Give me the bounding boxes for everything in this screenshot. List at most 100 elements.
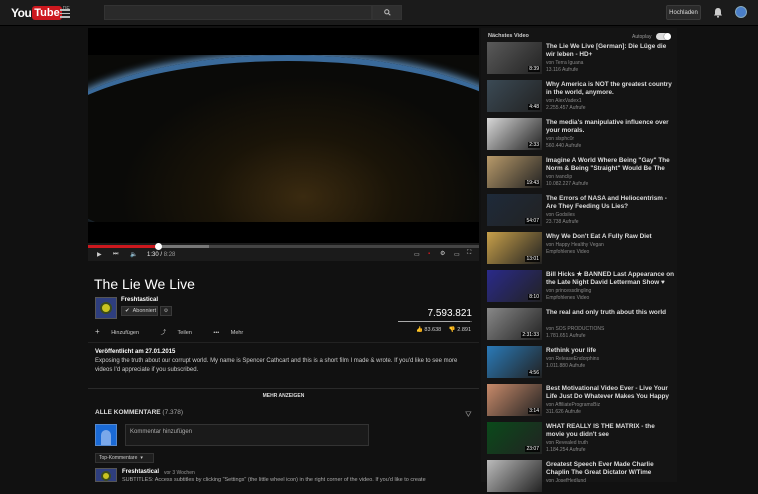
comment-text: SUBTITLES: Access subtitles by clicking … (122, 477, 426, 483)
related-video-title[interactable]: The Lie We Live [German]: Die Lüge die w… (546, 43, 674, 59)
video-thumbnail[interactable] (487, 460, 542, 492)
related-video-channel[interactable]: von Happy Healthy Vegan (546, 242, 604, 249)
related-video[interactable]: 23:07 WHAT REALLY IS THE MATRIX - the mov… (487, 422, 675, 456)
related-video-channel[interactable]: von AlexVadex1 (546, 98, 582, 105)
related-video-views: 10.082.227 Aufrufe (546, 181, 589, 187)
related-video[interactable]: 54:07 The Errors of NASA and Heliocentris… (487, 194, 675, 228)
add-to-label: Hinzufügen (111, 330, 140, 336)
account-avatar[interactable] (735, 6, 747, 18)
settings-gear-icon[interactable]: ⚙ (440, 250, 445, 257)
related-video[interactable]: 8:10 Bill Hicks ★ BANNED Last Appearance … (487, 270, 675, 304)
video-thumbnail[interactable]: 8:10 (487, 270, 542, 302)
subscription-settings-icon[interactable]: ⚙ (160, 306, 172, 316)
related-video-title[interactable]: WHAT REALLY IS THE MATRIX - the movie yo… (546, 423, 674, 439)
share-button[interactable]: ⤴ Teilen (161, 330, 202, 336)
related-video[interactable]: 2:31:33 The real and only truth about thi… (487, 308, 675, 342)
video-thumbnail[interactable]: 13:01 (487, 232, 542, 264)
related-video-title[interactable]: Best Motivational Video Ever - Live Your… (546, 385, 674, 401)
related-video-title[interactable]: Bill Hicks ★ BANNED Last Appearance on t… (546, 271, 674, 287)
related-video-views: Empfohlenes Video (546, 249, 590, 255)
video-thumbnail[interactable]: 4:56 (487, 346, 542, 378)
more-button[interactable]: ••• Mehr (213, 330, 253, 336)
related-video-channel[interactable]: von ReleaseEndorphins (546, 356, 599, 363)
thumbs-down-icon: 👎 (448, 327, 456, 333)
comment-author[interactable]: Freshtastical (122, 469, 159, 475)
related-video[interactable]: Greatest Speech Ever Made Charlie Chapli… (487, 460, 675, 494)
related-video-title[interactable]: Why We Don't Eat A Fully Raw Diet (546, 233, 674, 241)
related-video[interactable]: 13:01 Why We Don't Eat A Fully Raw Diet vo… (487, 232, 675, 266)
related-video-views: 23.738 Aufrufe (546, 219, 579, 225)
video-frame[interactable] (88, 55, 479, 222)
related-video[interactable]: 4:48 Why America is NOT the greatest coun… (487, 80, 675, 114)
related-video-title[interactable]: Rethink your life (546, 347, 674, 355)
upload-button[interactable]: Hochladen (666, 5, 701, 20)
related-video-channel[interactable]: von Revealed truth (546, 440, 588, 447)
video-thumbnail[interactable]: 2:33 (487, 118, 542, 150)
related-video[interactable]: 4:56 Rethink your life von ReleaseEndorphi… (487, 346, 675, 380)
related-video[interactable]: 2:33 The media's manipulative influence o… (487, 118, 675, 152)
divider (88, 342, 479, 343)
theater-mode-icon[interactable]: ▭ (454, 251, 460, 258)
related-video-channel[interactable]: von Godsiles (546, 212, 575, 219)
subscribe-button[interactable]: ✔ Abonniert (121, 306, 158, 316)
related-video[interactable]: 8:39 The Lie We Live [German]: Die Lüge d… (487, 42, 675, 76)
related-video-views: 1.184.254 Aufrufe (546, 447, 586, 453)
dislike-count: 2.891 (457, 327, 472, 333)
related-video-title[interactable]: The media's manipulative influence over … (546, 119, 674, 135)
video-duration: 23:07 (525, 446, 540, 452)
related-video-title[interactable]: The Errors of NASA and Heliocentrism - A… (546, 195, 674, 211)
volume-icon[interactable]: 🔈 (130, 251, 137, 258)
comment-filter-icon[interactable]: ⛛ (465, 410, 472, 420)
guide-menu-icon[interactable] (60, 9, 70, 18)
related-video-views: 311.626 Aufrufe (546, 409, 581, 415)
related-video-channel[interactable]: von AffiliateProgramsBiz (546, 402, 600, 409)
video-duration: 8:10 (528, 294, 540, 300)
related-video-views: 560.440 Aufrufe (546, 143, 582, 149)
view-count: 7.593.821 (427, 308, 473, 319)
related-video-channel[interactable]: von Terra Iguana (546, 60, 583, 67)
subscribe-label: Abonniert (132, 308, 157, 314)
related-video-channel[interactable]: von SOS PRODUCTIONS (546, 326, 604, 333)
share-icon: ⤴ (160, 330, 167, 336)
dislike-button[interactable]: 👎 2.891 (449, 327, 471, 333)
comment-input[interactable]: Kommentar hinzufügen (125, 424, 369, 446)
related-video-channel[interactable]: von slsphc0r (546, 136, 574, 143)
comment-sort-dropdown[interactable]: Top-Kommentare ▾ (95, 453, 154, 463)
channel-name[interactable]: Freshtastical (121, 297, 158, 303)
related-video-views: 2.255.457 Aufrufe (546, 105, 586, 111)
share-label: Teilen (177, 330, 192, 336)
video-thumbnail[interactable]: 19:43 (487, 156, 542, 188)
bell-icon[interactable] (713, 7, 723, 18)
related-video-title[interactable]: Imagine A World Where Being "Gay" The No… (546, 157, 674, 173)
add-to-button[interactable]: + Hinzufügen (95, 327, 149, 336)
progress-bar[interactable] (88, 243, 479, 250)
comment-time[interactable]: vor 3 Wochen (164, 470, 195, 476)
play-icon[interactable]: ▶ (97, 251, 102, 258)
related-video-channel[interactable]: von princessdingling (546, 288, 591, 295)
video-thumbnail[interactable]: 2:31:33 (487, 308, 542, 340)
related-video-title[interactable]: Why America is NOT the greatest country … (546, 81, 674, 97)
next-icon[interactable]: ⏭ (113, 251, 118, 258)
show-more-button[interactable]: MEHR ANZEIGEN (88, 388, 479, 402)
video-thumbnail[interactable]: 54:07 (487, 194, 542, 226)
video-thumbnail[interactable]: 4:48 (487, 80, 542, 112)
video-thumbnail[interactable]: 23:07 (487, 422, 542, 454)
comment-author-avatar[interactable] (95, 468, 117, 482)
like-button[interactable]: 👍 83.638 (416, 327, 441, 333)
autoplay-label: Autoplay (632, 34, 652, 40)
related-video-title[interactable]: The real and only truth about this world (546, 309, 674, 317)
video-thumbnail[interactable]: 3:14 (487, 384, 542, 416)
related-video[interactable]: 19:43 Imagine A World Where Being "Gay" T… (487, 156, 675, 190)
related-video-title[interactable]: Greatest Speech Ever Made Charlie Chapli… (546, 461, 674, 477)
video-thumbnail[interactable]: 8:39 (487, 42, 542, 74)
video-player[interactable] (88, 28, 479, 261)
channel-avatar[interactable] (95, 297, 117, 319)
search-button[interactable] (372, 5, 402, 20)
autoplay-toggle[interactable] (656, 33, 671, 40)
related-video-channel[interactable]: von ivanclip (546, 174, 572, 181)
search-input[interactable] (104, 5, 372, 20)
related-video[interactable]: 3:14 Best Motivational Video Ever - Live … (487, 384, 675, 418)
fullscreen-icon[interactable]: ⛶ (467, 250, 471, 257)
subtitles-icon[interactable]: ▭ (414, 251, 420, 258)
logo-tube: Tube (32, 6, 62, 20)
